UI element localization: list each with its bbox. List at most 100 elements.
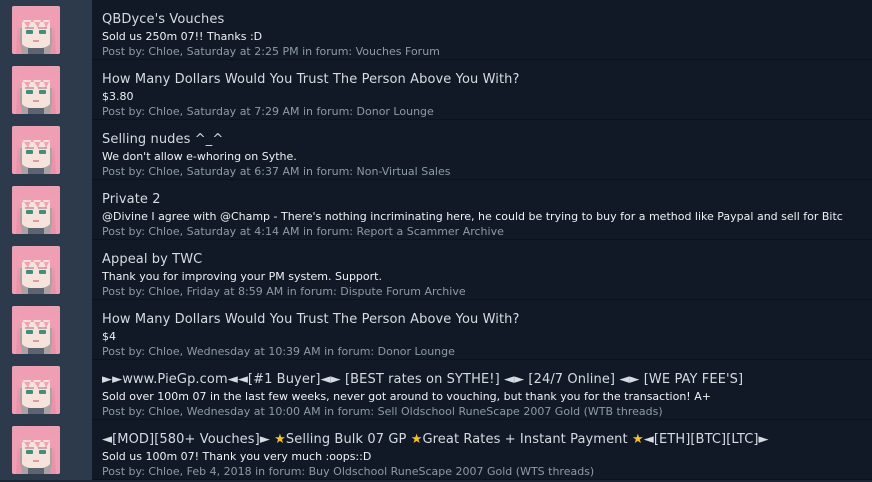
meta-in-forum: in forum:: [299, 165, 357, 178]
post-title-link[interactable]: Selling nudes ^_^: [102, 132, 223, 147]
post-snippet: We don't allow e-whoring on Sythe.: [102, 150, 297, 163]
avatar-column: [0, 240, 92, 300]
forum-link[interactable]: Dispute Forum Archive: [340, 285, 465, 298]
post-time-link[interactable]: Saturday at 7:29 AM: [187, 105, 300, 118]
avatar-icon[interactable]: [12, 66, 60, 114]
post-title-link[interactable]: QBDyce's Vouches: [102, 12, 224, 27]
post-title-link[interactable]: ►►www.PieGp.com◄◄[#1 Buyer]◄► [BEST rate…: [102, 372, 743, 387]
forum-link[interactable]: Donor Lounge: [357, 105, 434, 118]
post-content: How Many Dollars Would You Trust The Per…: [92, 60, 872, 120]
forum-link[interactable]: Buy Oldschool RuneScape 2007 Gold (WTS t…: [309, 465, 595, 478]
post-title-link[interactable]: ◄[MOD][580+ Vouches]► ★Selling Bulk 07 G…: [102, 432, 769, 447]
post-time-link[interactable]: Wednesday at 10:00 AM: [187, 405, 321, 418]
star-icon: ★: [631, 432, 644, 447]
forum-link[interactable]: Vouches Forum: [356, 45, 440, 58]
post-row: QBDyce's Vouches Sold us 250m 07!! Thank…: [0, 0, 872, 60]
meta-separator: ,: [179, 45, 187, 58]
meta-prefix: Post by:: [102, 105, 149, 118]
post-content: ►►www.PieGp.com◄◄[#1 Buyer]◄► [BEST rate…: [92, 360, 872, 420]
post-snippet: Thank you for improving your PM system. …: [102, 270, 382, 283]
post-snippet: Sold us 250m 07!! Thanks :D: [102, 30, 263, 43]
post-content: Private 2 @Divine I agree with @Champ - …: [92, 180, 872, 240]
post-meta: Post by: Chloe, Saturday at 2:25 PM in f…: [102, 45, 440, 58]
post-snippet: @Divine I agree with @Champ - There's no…: [102, 210, 843, 223]
post-time-link[interactable]: Friday at 8:59 AM: [187, 285, 284, 298]
post-snippet: $3.80: [102, 90, 134, 103]
post-meta: Post by: Chloe, Wednesday at 10:00 AM in…: [102, 405, 663, 418]
meta-in-forum: in forum:: [298, 45, 356, 58]
post-row: How Many Dollars Would You Trust The Per…: [0, 300, 872, 360]
avatar-icon[interactable]: [12, 366, 60, 414]
forum-link[interactable]: Donor Lounge: [378, 345, 455, 358]
post-snippet: Sold over 100m 07 in the last few weeks,…: [102, 390, 711, 403]
post-time-link[interactable]: Wednesday at 10:39 AM: [187, 345, 321, 358]
author-link[interactable]: Chloe: [148, 165, 179, 178]
meta-prefix: Post by:: [102, 465, 149, 478]
star-icon: ★: [410, 432, 423, 447]
author-link[interactable]: Chloe: [148, 285, 179, 298]
author-link[interactable]: Chloe: [148, 345, 179, 358]
avatar-icon[interactable]: [12, 426, 60, 474]
post-row: ◄[MOD][580+ Vouches]► ★Selling Bulk 07 G…: [0, 420, 872, 480]
post-content: Appeal by TWC Thank you for improving yo…: [92, 240, 872, 300]
post-meta: Post by: Chloe, Saturday at 7:29 AM in f…: [102, 105, 434, 118]
avatar-column: [0, 180, 92, 240]
recent-posts-list: QBDyce's Vouches Sold us 250m 07!! Thank…: [0, 0, 872, 482]
meta-prefix: Post by:: [102, 165, 149, 178]
post-row: How Many Dollars Would You Trust The Per…: [0, 60, 872, 120]
post-meta: Post by: Chloe, Friday at 8:59 AM in for…: [102, 285, 466, 298]
post-snippet: $4: [102, 330, 116, 343]
author-link[interactable]: Chloe: [148, 225, 179, 238]
meta-in-forum: in forum:: [283, 285, 341, 298]
post-title-link[interactable]: How Many Dollars Would You Trust The Per…: [102, 72, 520, 87]
post-content: ◄[MOD][580+ Vouches]► ★Selling Bulk 07 G…: [92, 420, 872, 480]
meta-separator: ,: [179, 345, 187, 358]
avatar-icon[interactable]: [12, 186, 60, 234]
post-time-link[interactable]: Saturday at 2:25 PM: [187, 45, 299, 58]
meta-prefix: Post by:: [102, 45, 149, 58]
avatar-icon[interactable]: [12, 6, 60, 54]
post-row: Selling nudes ^_^ We don't allow e-whori…: [0, 120, 872, 180]
forum-link[interactable]: Sell Oldschool RuneScape 2007 Gold (WTB …: [378, 405, 663, 418]
meta-prefix: Post by:: [102, 225, 149, 238]
avatar-icon[interactable]: [12, 126, 60, 174]
meta-in-forum: in forum:: [320, 345, 378, 358]
avatar-column: [0, 120, 92, 180]
post-meta: Post by: Chloe, Wednesday at 10:39 AM in…: [102, 345, 455, 358]
post-content: Selling nudes ^_^ We don't allow e-whori…: [92, 120, 872, 180]
post-time-link[interactable]: Saturday at 6:37 AM: [187, 165, 300, 178]
meta-in-forum: in forum:: [299, 225, 357, 238]
author-link[interactable]: Chloe: [148, 45, 179, 58]
avatar-column: [0, 360, 92, 420]
post-title-link[interactable]: How Many Dollars Would You Trust The Per…: [102, 312, 520, 327]
post-title-link[interactable]: Appeal by TWC: [102, 252, 202, 267]
author-link[interactable]: Chloe: [148, 105, 179, 118]
forum-link[interactable]: Non-Virtual Sales: [357, 165, 451, 178]
meta-separator: ,: [179, 405, 187, 418]
meta-separator: ,: [179, 225, 187, 238]
post-row: ►►www.PieGp.com◄◄[#1 Buyer]◄► [BEST rate…: [0, 360, 872, 420]
meta-in-forum: in forum:: [251, 465, 309, 478]
avatar-column: [0, 420, 92, 480]
meta-prefix: Post by:: [102, 405, 149, 418]
avatar-column: [0, 300, 92, 360]
post-content: QBDyce's Vouches Sold us 250m 07!! Thank…: [92, 0, 872, 60]
star-icon: ★: [274, 432, 286, 447]
post-meta: Post by: Chloe, Saturday at 6:37 AM in f…: [102, 165, 451, 178]
meta-prefix: Post by:: [102, 345, 149, 358]
post-content: How Many Dollars Would You Trust The Per…: [92, 300, 872, 360]
post-row: Appeal by TWC Thank you for improving yo…: [0, 240, 872, 300]
post-time-link[interactable]: Feb 4, 2018: [187, 465, 252, 478]
meta-separator: ,: [179, 165, 187, 178]
meta-separator: ,: [179, 105, 187, 118]
post-time-link[interactable]: Saturday at 4:14 AM: [187, 225, 300, 238]
author-link[interactable]: Chloe: [148, 465, 179, 478]
post-meta: Post by: Chloe, Saturday at 4:14 AM in f…: [102, 225, 504, 238]
avatar-icon[interactable]: [12, 306, 60, 354]
avatar-icon[interactable]: [12, 246, 60, 294]
post-title-link[interactable]: Private 2: [102, 192, 161, 207]
forum-link[interactable]: Report a Scammer Archive: [357, 225, 504, 238]
meta-separator: ,: [179, 465, 187, 478]
author-link[interactable]: Chloe: [148, 405, 179, 418]
meta-in-forum: in forum:: [320, 405, 378, 418]
